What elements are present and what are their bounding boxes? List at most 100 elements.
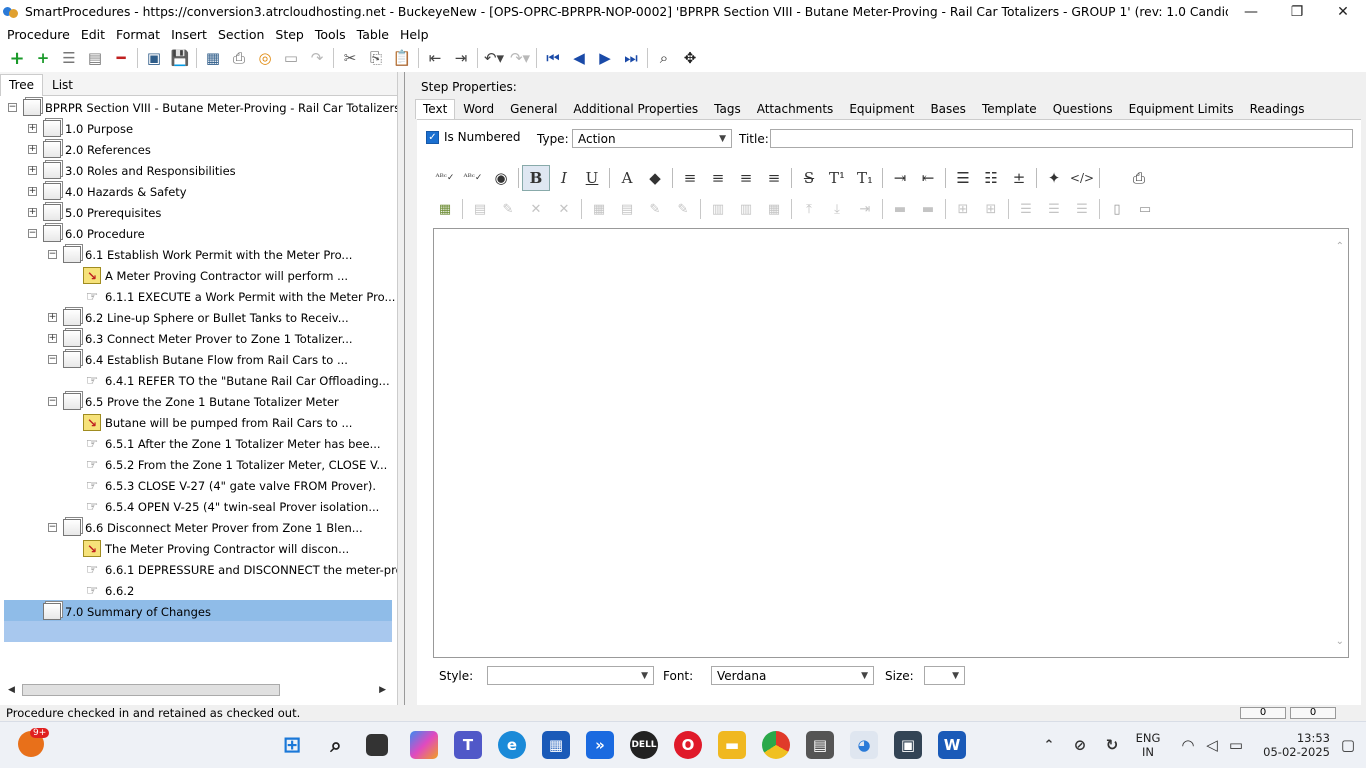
tab-tags[interactable]: Tags xyxy=(706,99,749,119)
tab-general[interactable]: General xyxy=(502,99,565,119)
align-middle-icon[interactable]: ☰ xyxy=(1040,197,1068,221)
tab-questions[interactable]: Questions xyxy=(1045,99,1121,119)
properties-icon[interactable]: ▤ xyxy=(82,45,108,71)
menu-insert[interactable]: Insert xyxy=(167,27,214,42)
scroll-right-icon[interactable]: ▶ xyxy=(379,685,386,695)
align-right-icon[interactable]: ≡ xyxy=(732,165,760,191)
font-color-icon[interactable]: A xyxy=(613,165,641,191)
tree-node[interactable]: − 6.6 Disconnect Meter Prover from Zone 1… xyxy=(48,517,363,538)
tab-word[interactable]: Word xyxy=(455,99,502,119)
spell-check-all-icon[interactable]: ᴬᴮᶜ✓ xyxy=(459,165,487,191)
merge-row-icon[interactable]: ▬ xyxy=(914,197,942,221)
align-left-icon[interactable]: ≡ xyxy=(676,165,704,191)
tree-node[interactable]: ☞ 6.5.2 From the Zone 1 Totalizer Meter, … xyxy=(83,454,388,475)
menu-section[interactable]: Section xyxy=(214,27,271,42)
tab-bases[interactable]: Bases xyxy=(922,99,973,119)
expand-icon[interactable]: + xyxy=(28,145,37,154)
language-indicator[interactable]: ENG IN xyxy=(1130,731,1166,759)
expand-icon[interactable]: + xyxy=(28,187,37,196)
cut-icon[interactable]: ✂ xyxy=(337,45,363,71)
network-off-icon[interactable]: ⊘ xyxy=(1066,731,1094,759)
tree-node[interactable]: − 6.5 Prove the Zone 1 Butane Totalizer M… xyxy=(48,391,339,412)
minimize-button[interactable]: — xyxy=(1228,0,1274,24)
menu-tools[interactable]: Tools xyxy=(311,27,353,42)
table-row-icon[interactable]: ▤ xyxy=(613,197,641,221)
type-select[interactable]: Action ▼ xyxy=(572,129,732,148)
sync-icon[interactable]: ↻ xyxy=(1098,731,1126,759)
collapse-icon[interactable]: − xyxy=(48,397,57,406)
web-icon[interactable]: ◎ xyxy=(252,45,278,71)
tab-attachments[interactable]: Attachments xyxy=(749,99,842,119)
tab-tree[interactable]: Tree xyxy=(0,74,44,96)
tree-node[interactable]: +4.0 Hazards & Safety xyxy=(28,181,187,202)
publish-icon[interactable]: ▦ xyxy=(200,45,226,71)
copy-icon[interactable]: ⎘ xyxy=(363,45,389,71)
tree-node[interactable]: ☞ 6.6.2 xyxy=(83,580,135,601)
chrome-icon[interactable] xyxy=(762,731,790,759)
list-icon[interactable]: ☰ xyxy=(56,45,82,71)
table-clear-icon[interactable]: ✕ xyxy=(550,197,578,221)
task-view-icon[interactable] xyxy=(366,734,388,756)
tree-node[interactable]: − 6.0 Procedure xyxy=(28,223,145,244)
scroll-down-icon[interactable]: ⌄ xyxy=(1336,636,1344,647)
tree-node[interactable]: +5.0 Prerequisites xyxy=(28,202,161,223)
outdent-icon[interactable]: ⇤ xyxy=(914,165,942,191)
tree-node[interactable]: +3.0 Roles and Responsibilities xyxy=(28,160,236,181)
tree-node[interactable]: +6.2 Line-up Sphere or Bullet Tanks to R… xyxy=(48,307,349,328)
insert-column-right-icon[interactable]: ▥ xyxy=(732,197,760,221)
find-icon[interactable]: ⌕ xyxy=(651,45,677,71)
collapse-icon[interactable]: − xyxy=(8,103,17,112)
numbered-list-icon[interactable]: ☷ xyxy=(977,165,1005,191)
collapse-icon[interactable]: − xyxy=(48,250,57,259)
bold-icon[interactable]: B xyxy=(522,165,550,191)
tree-node[interactable]: ↘ A Meter Proving Contractor will perform… xyxy=(83,265,348,286)
align-center-icon[interactable]: ≡ xyxy=(704,165,732,191)
clock[interactable]: 13:53 05-02-2025 xyxy=(1254,731,1330,759)
italic-icon[interactable]: I xyxy=(550,165,578,191)
menu-help[interactable]: Help xyxy=(396,27,436,42)
subscript-icon[interactable]: T₁ xyxy=(851,165,879,191)
dell-icon[interactable]: DELL xyxy=(630,731,658,759)
teams-icon[interactable]: T xyxy=(454,731,482,759)
smartprocedures-icon[interactable]: ◕ xyxy=(850,731,878,759)
tab-list[interactable]: List xyxy=(43,74,82,95)
file-explorer-icon[interactable]: ▬ xyxy=(718,731,746,759)
tree-node[interactable]: − 6.1 Establish Work Permit with the Mete… xyxy=(48,244,352,265)
tree-node[interactable]: ☞ 6.5.4 OPEN V-25 (4" twin-seal Prover is… xyxy=(83,496,380,517)
table-split-icon[interactable]: ✕ xyxy=(522,197,550,221)
underline-icon[interactable]: U xyxy=(578,165,606,191)
store-icon[interactable]: ▦ xyxy=(542,731,570,759)
paste-icon[interactable]: 📋 xyxy=(389,45,415,71)
indent-icon[interactable]: ⇥ xyxy=(448,45,474,71)
row-height-icon[interactable]: ▭ xyxy=(1131,197,1159,221)
is-numbered-checkbox[interactable]: ✓ Is Numbered xyxy=(426,130,521,144)
print-icon[interactable]: ⎙ xyxy=(226,45,252,71)
preview-icon[interactable]: ▭ xyxy=(278,45,304,71)
insert-row-below-icon[interactable]: ⤓ xyxy=(823,197,851,221)
close-button[interactable]: ✕ xyxy=(1320,0,1366,24)
table-paint-icon[interactable]: ✎ xyxy=(669,197,697,221)
word-icon[interactable]: W xyxy=(938,731,966,759)
code-view-icon[interactable]: </> xyxy=(1068,165,1096,191)
delete-row-icon[interactable]: ⇥ xyxy=(851,197,879,221)
tab-additional-properties[interactable]: Additional Properties xyxy=(565,99,706,119)
scroll-thumb[interactable] xyxy=(22,684,280,696)
table-delete-icon[interactable]: ▤ xyxy=(466,197,494,221)
add-icon[interactable]: + xyxy=(4,45,30,71)
scroll-up-icon[interactable]: ⌃ xyxy=(1336,241,1344,252)
border-icon[interactable]: ⊞ xyxy=(949,197,977,221)
restore-button[interactable]: ❐ xyxy=(1274,0,1320,24)
strikethrough-icon[interactable]: S xyxy=(795,165,823,191)
add-child-icon[interactable]: + xyxy=(30,45,56,71)
expand-icon[interactable]: + xyxy=(28,124,37,133)
opera-icon[interactable]: O xyxy=(674,731,702,759)
tree-node[interactable]: ↘ Butane will be pumped from Rail Cars to… xyxy=(83,412,352,433)
superscript-icon[interactable]: T¹ xyxy=(823,165,851,191)
tree-node[interactable]: ☞ 6.5.1 After the Zone 1 Totalizer Meter … xyxy=(83,433,381,454)
insert-line-icon[interactable]: ± xyxy=(1005,165,1033,191)
tree-node[interactable]: ☞ 6.6.1 DEPRESSURE and DISCONNECT the met… xyxy=(83,559,397,580)
title-input[interactable] xyxy=(770,129,1353,148)
indent-icon[interactable]: ⇥ xyxy=(886,165,914,191)
tab-equipment[interactable]: Equipment xyxy=(841,99,922,119)
insert-row-above-icon[interactable]: ⤒ xyxy=(795,197,823,221)
